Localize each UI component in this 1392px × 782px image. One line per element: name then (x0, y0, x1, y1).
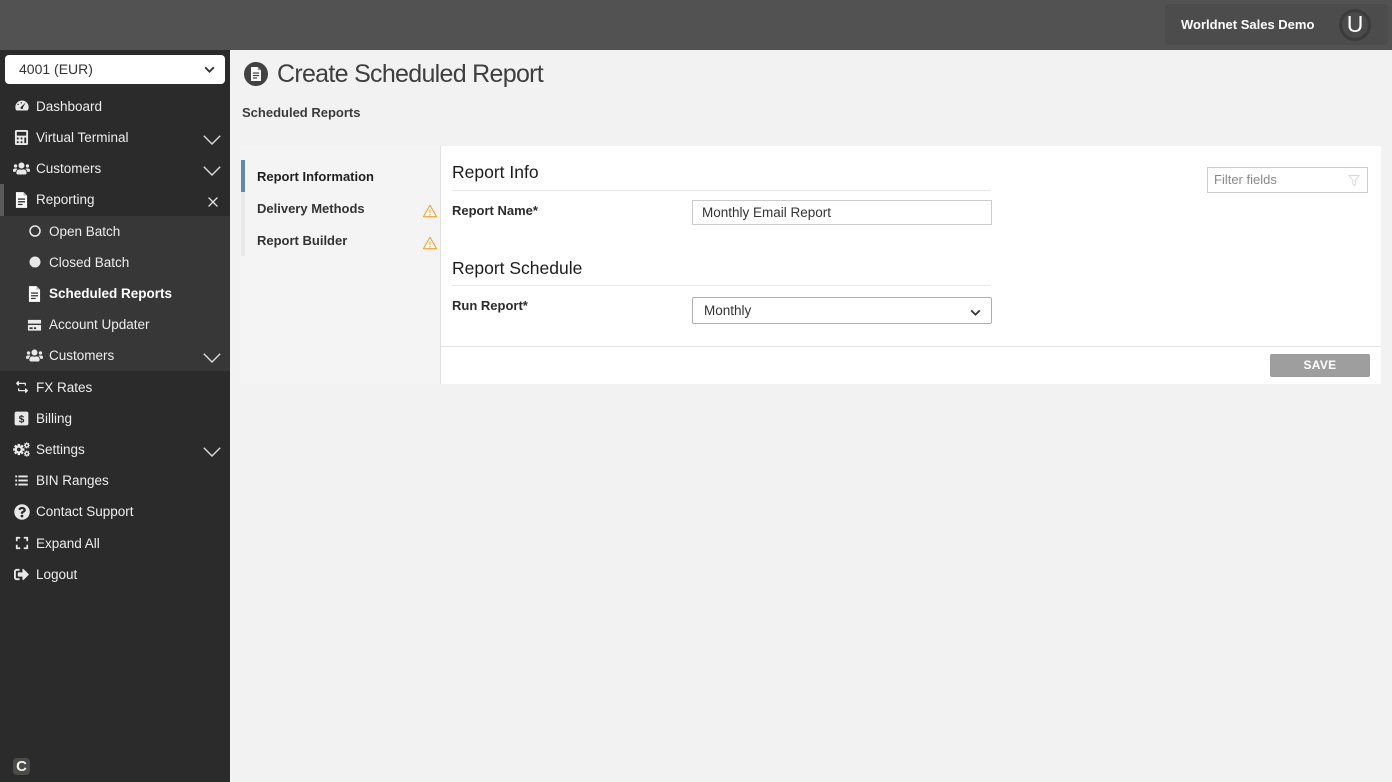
svg-text:$: $ (19, 414, 25, 425)
